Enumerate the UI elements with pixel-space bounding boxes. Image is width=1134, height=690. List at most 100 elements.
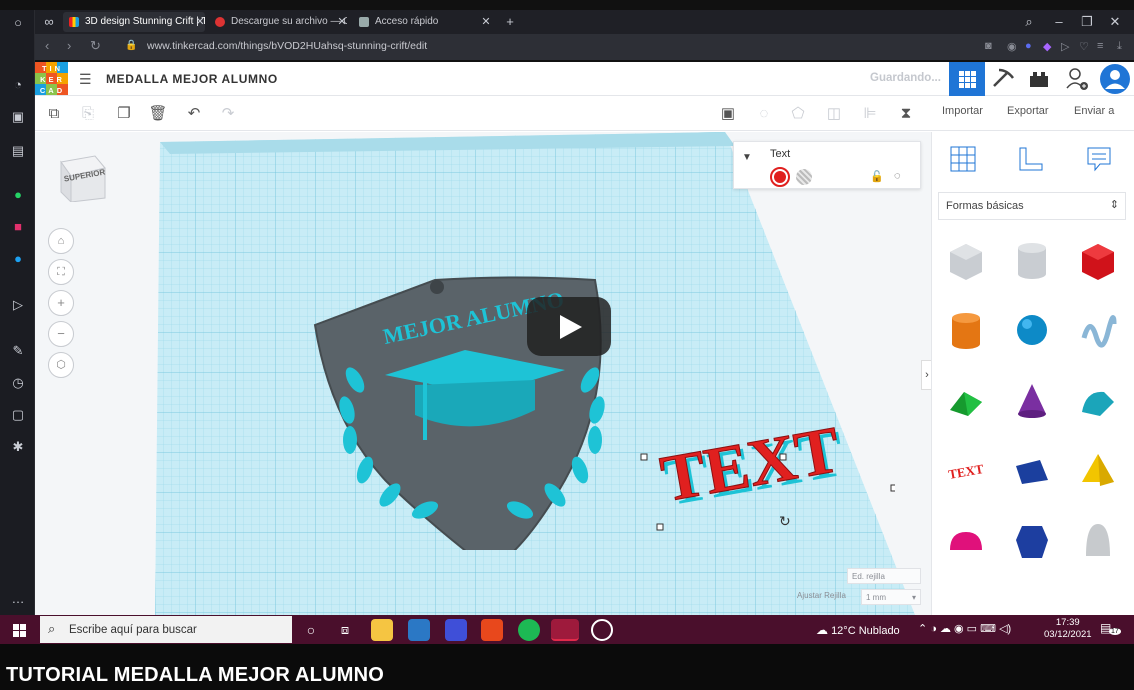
tab-quick-access[interactable]: Acceso rápido: [353, 12, 495, 32]
align-icon[interactable]: ⊫: [859, 103, 881, 125]
tinkercad-logo[interactable]: TIN KER CAD: [35, 62, 70, 96]
snap-grid-select[interactable]: 1 mm ▾: [861, 589, 921, 605]
box-shape[interactable]: [1078, 240, 1118, 280]
ungroup-icon[interactable]: ◫: [823, 103, 845, 125]
spotify-icon[interactable]: [518, 619, 540, 641]
tab-download[interactable]: Descargue su archivo — Cu: [209, 12, 347, 32]
fit-view-icon[interactable]: ⛶: [48, 259, 74, 285]
redo-icon[interactable]: ↷: [217, 103, 239, 125]
roof-shape[interactable]: [946, 380, 986, 420]
visibility-bulb-icon[interactable]: ◌: [894, 170, 901, 182]
copy-icon[interactable]: ⧉: [43, 103, 65, 125]
heart-icon[interactable]: ♡: [1079, 40, 1089, 53]
text-shape-model[interactable]: TEXT TEXT ↻: [605, 402, 895, 532]
send-icon[interactable]: ▷: [1061, 40, 1069, 53]
tab-menu-icon[interactable]: ∞: [40, 13, 58, 31]
instagram-icon[interactable]: ■: [9, 218, 27, 236]
download-icon[interactable]: ⤓: [1117, 40, 1122, 53]
send-to-button[interactable]: Enviar a: [1074, 105, 1114, 117]
restore-icon[interactable]: ❐: [1078, 13, 1096, 31]
zoom-out-icon[interactable]: −: [48, 321, 74, 347]
twitter-icon[interactable]: ●: [9, 250, 27, 268]
box-hole-shape[interactable]: [946, 240, 986, 280]
video-title[interactable]: TUTORIAL MEDALLA MEJOR ALUMNO: [6, 664, 384, 687]
collapse-caret-icon[interactable]: ▼: [742, 152, 752, 163]
import-button[interactable]: Importar: [942, 105, 983, 117]
mirror-icon[interactable]: ⧗: [895, 103, 917, 125]
forward-icon[interactable]: ›: [67, 38, 71, 53]
more-icon[interactable]: …: [9, 590, 27, 608]
obs-icon[interactable]: [591, 619, 613, 641]
undo-icon[interactable]: ↶: [183, 103, 205, 125]
prism-shape[interactable]: [1012, 450, 1052, 490]
menu-icon[interactable]: ≡: [1097, 40, 1103, 52]
edit-icon[interactable]: ✎: [9, 342, 27, 360]
workplane-icon[interactable]: [948, 144, 978, 174]
paraboloid-shape[interactable]: [1078, 520, 1118, 560]
solid-color-button[interactable]: [770, 167, 790, 187]
cylinder-hole-shape[interactable]: [1012, 240, 1052, 280]
notes-icon[interactable]: [1084, 144, 1114, 174]
opera-logo-icon[interactable]: ○: [9, 14, 27, 32]
text-shape[interactable]: TEXT: [946, 450, 986, 490]
search-icon[interactable]: ⌕: [1020, 13, 1038, 31]
sphere-shape[interactable]: [1012, 310, 1052, 350]
box-icon[interactable]: ▢: [9, 406, 27, 424]
bricks-button[interactable]: [1021, 62, 1057, 96]
profile-button[interactable]: [1097, 62, 1133, 96]
extension-icon[interactable]: ◆: [1043, 40, 1051, 53]
file-explorer-icon[interactable]: [371, 619, 393, 641]
bulb-icon[interactable]: ◌: [753, 103, 775, 125]
round-roof-shape[interactable]: [1078, 380, 1118, 420]
shape-category-select[interactable]: Formas básicas ⇕: [938, 192, 1126, 220]
tab-tinkercad[interactable]: 3D design Stunning Crift | T: [63, 12, 205, 32]
windows-start-icon[interactable]: [6, 620, 32, 640]
minimize-icon[interactable]: –: [1050, 13, 1068, 31]
notes-icon[interactable]: ▣: [717, 103, 739, 125]
blocks-button[interactable]: [985, 62, 1021, 96]
bag-icon[interactable]: ▣: [9, 108, 27, 126]
ruler-icon[interactable]: [1016, 144, 1046, 174]
perspective-icon[interactable]: ⬡: [48, 352, 74, 378]
delete-icon[interactable]: 🗑: [147, 103, 169, 125]
group-icon[interactable]: ⬠: [787, 103, 809, 125]
home-view-icon[interactable]: ⌂: [48, 228, 74, 254]
scribble-shape[interactable]: [1078, 310, 1118, 350]
pyramid-shape[interactable]: [1078, 450, 1118, 490]
add-user-button[interactable]: [1059, 62, 1095, 96]
export-button[interactable]: Exportar: [1007, 105, 1049, 117]
clock[interactable]: 17:39 03/12/2021: [1044, 617, 1092, 641]
half-sphere-shape[interactable]: [946, 520, 986, 560]
design-list-icon[interactable]: ☰: [79, 71, 95, 87]
cortana-icon[interactable]: ○: [300, 619, 322, 641]
close-tab-icon[interactable]: ✕: [477, 13, 495, 31]
twitch-icon[interactable]: ▤: [9, 142, 27, 160]
settings-icon[interactable]: ✱: [9, 438, 27, 456]
screenshot-icon[interactable]: ◙: [985, 40, 992, 52]
history-icon[interactable]: ◷: [9, 374, 27, 392]
url-field[interactable]: www.tinkercad.com/things/bVOD2HUahsq-stu…: [147, 40, 427, 52]
back-icon[interactable]: ‹: [45, 38, 49, 53]
close-window-icon[interactable]: ✕: [1106, 13, 1124, 31]
edit-grid-button[interactable]: Ed. rejilla: [847, 568, 921, 584]
duplicate-icon[interactable]: ❐: [113, 103, 135, 125]
reload-icon[interactable]: ↻: [90, 38, 101, 54]
new-tab-icon[interactable]: +: [501, 13, 519, 31]
store-icon[interactable]: [408, 619, 430, 641]
cylinder-shape[interactable]: [946, 310, 986, 350]
polygon-shape[interactable]: [1012, 520, 1052, 560]
app-icon[interactable]: [445, 619, 467, 641]
close-tab-icon[interactable]: ✕: [333, 13, 351, 31]
close-tab-icon[interactable]: ✕: [191, 13, 209, 31]
notifications-icon[interactable]: ▤ 17: [1100, 621, 1121, 639]
vpn-icon[interactable]: ●: [1025, 40, 1032, 52]
speed-dial-icon[interactable]: ◔: [9, 76, 27, 94]
project-title[interactable]: MEDALLA MEJOR ALUMNO: [106, 72, 278, 86]
video-play-button[interactable]: [527, 297, 611, 356]
cone-shape[interactable]: [1012, 380, 1052, 420]
zoom-in-icon[interactable]: +: [48, 290, 74, 316]
hole-button[interactable]: [796, 169, 812, 185]
taskbar-search[interactable]: ⌕ Escribe aquí para buscar: [40, 616, 292, 643]
system-tray-icons[interactable]: ⌃ ◑ ☁ ◉ ▭ ⌨ ◁): [918, 622, 1011, 635]
weather-widget[interactable]: ☁ 12°C Nublado: [816, 623, 900, 637]
